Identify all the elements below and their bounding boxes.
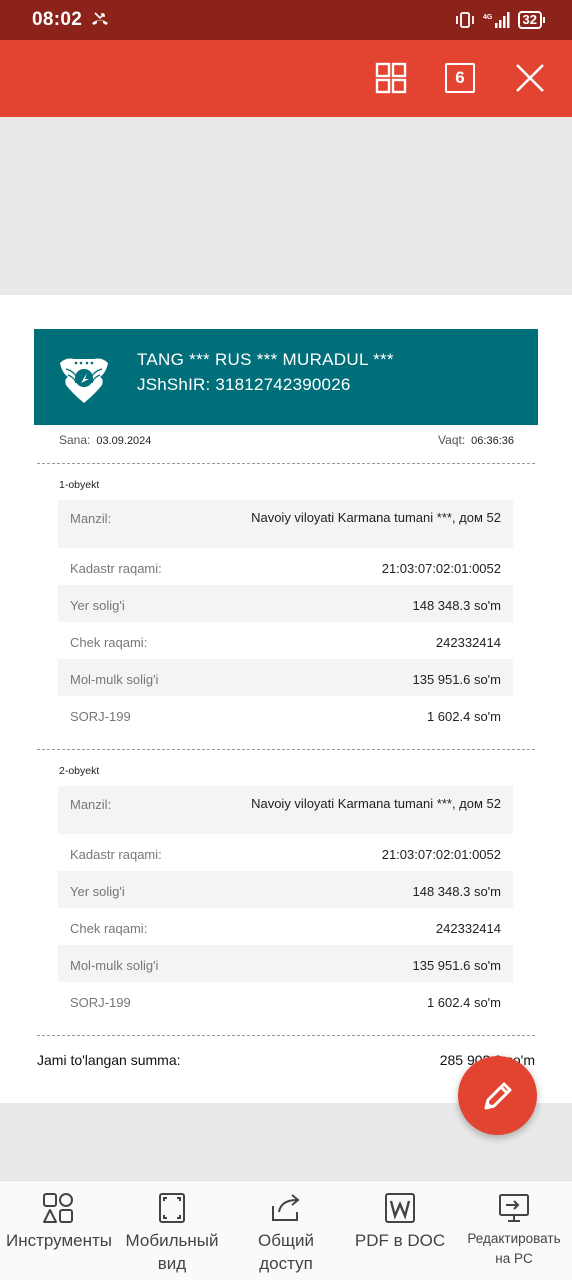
tools-icon bbox=[41, 1191, 75, 1225]
divider bbox=[37, 1035, 535, 1036]
divider bbox=[37, 463, 535, 464]
row-value: 135 951.6 so'm bbox=[412, 672, 502, 687]
row-label: SORJ-199 bbox=[70, 709, 131, 724]
row-value: 242332414 bbox=[435, 921, 501, 936]
edit-fab-button[interactable] bbox=[458, 1056, 537, 1135]
signal-type: 4G bbox=[483, 14, 493, 21]
object-table: Manzil: Navoiy viloyati Karmana tumani *… bbox=[58, 786, 513, 1019]
close-button[interactable] bbox=[512, 60, 548, 96]
pdf-to-doc-button[interactable]: PDF в DOC bbox=[344, 1181, 456, 1280]
row-value: 148 348.3 so'm bbox=[412, 598, 502, 613]
mobile-view-button[interactable]: Мобильный вид bbox=[116, 1181, 228, 1280]
time-value: 06:36:36 bbox=[471, 435, 514, 447]
vibrate-icon bbox=[455, 12, 474, 28]
row-value: 1 602.4 so'm bbox=[426, 709, 501, 724]
divider bbox=[37, 749, 535, 750]
object-table: Manzil: Navoiy viloyati Karmana tumani *… bbox=[58, 500, 513, 733]
grid-view-icon bbox=[375, 62, 407, 94]
table-row: Kadastr raqami: 21:03:07:02:01:0052 bbox=[58, 834, 513, 871]
row-label: Manzil: bbox=[70, 797, 112, 812]
tabs-count-icon: 6 bbox=[445, 63, 475, 93]
table-row: SORJ-199 1 602.4 so'm bbox=[58, 696, 513, 733]
signal-icon: 4G bbox=[483, 12, 510, 28]
tools-button[interactable]: Инструменты bbox=[0, 1181, 116, 1280]
total-label: Jami to'langan summa: bbox=[37, 1052, 181, 1068]
row-value: 135 951.6 so'm bbox=[412, 958, 502, 973]
table-row: Manzil: Navoiy viloyati Karmana tumani *… bbox=[58, 500, 513, 548]
row-value: 148 348.3 so'm bbox=[412, 884, 502, 899]
row-label: Mol-mulk solig'i bbox=[70, 672, 159, 687]
row-value: Navoiy viloyati Karmana tumani ***, дом … bbox=[251, 510, 501, 525]
row-label: Mol-mulk solig'i bbox=[70, 958, 159, 973]
date-value: 03.09.2024 bbox=[96, 435, 152, 447]
status-bar: 08:02 4G 32 bbox=[0, 0, 572, 40]
grid-view-button[interactable] bbox=[373, 60, 409, 96]
pencil-icon bbox=[484, 1082, 511, 1109]
bottom-toolbar: Инструменты Мобильный вид Общий доступ P… bbox=[0, 1180, 572, 1280]
receipt-header: TANG *** RUS *** MURADUL *** JShShIR: 31… bbox=[34, 329, 538, 425]
receipt-meta: Sana: 03.09.2024 Vaqt: 06:36:36 bbox=[59, 433, 514, 449]
row-value: 1 602.4 so'm bbox=[426, 995, 501, 1010]
row-value: 21:03:07:02:01:0052 bbox=[381, 847, 501, 862]
battery-icon: 32 bbox=[517, 11, 546, 29]
row-label: Yer solig'i bbox=[70, 598, 125, 613]
table-row: Yer solig'i 148 348.3 so'm bbox=[58, 585, 513, 622]
share-label: Общий доступ bbox=[258, 1231, 314, 1273]
row-label: Manzil: bbox=[70, 511, 112, 526]
row-label: Chek raqami: bbox=[70, 921, 148, 936]
object-title: 1-obyekt bbox=[59, 479, 100, 491]
time-field: Vaqt: 06:36:36 bbox=[438, 433, 514, 447]
emblem-logo bbox=[60, 358, 108, 403]
row-label: SORJ-199 bbox=[70, 995, 131, 1010]
table-row: Mol-mulk solig'i 135 951.6 so'm bbox=[58, 659, 513, 696]
word-doc-icon bbox=[383, 1191, 417, 1225]
tabs-button[interactable]: 6 bbox=[442, 60, 478, 96]
edit-on-pc-button[interactable]: Редактировать на PC bbox=[456, 1181, 572, 1280]
pdf-to-doc-label: PDF в DOC bbox=[354, 1231, 446, 1250]
table-row: Yer solig'i 148 348.3 so'm bbox=[58, 871, 513, 908]
document-page: TANG *** RUS *** MURADUL *** JShShIR: 31… bbox=[0, 295, 572, 1103]
tools-label: Инструменты bbox=[6, 1231, 113, 1250]
taxpayer-name: TANG *** RUS *** MURADUL *** bbox=[137, 350, 394, 369]
time-label: Vaqt: bbox=[438, 433, 466, 447]
date-field: Sana: 03.09.2024 bbox=[59, 433, 151, 447]
table-row: Chek raqami: 242332414 bbox=[58, 622, 513, 659]
close-icon bbox=[516, 64, 544, 92]
taxpayer-pin: JShShIR: 31812742390026 bbox=[137, 375, 351, 394]
row-label: Kadastr raqami: bbox=[70, 561, 162, 576]
row-value: Navoiy viloyati Karmana tumani ***, дом … bbox=[251, 796, 501, 811]
table-row: Manzil: Navoiy viloyati Karmana tumani *… bbox=[58, 786, 513, 834]
row-label: Kadastr raqami: bbox=[70, 847, 162, 862]
status-time: 08:02 bbox=[32, 9, 83, 30]
row-label: Yer solig'i bbox=[70, 884, 125, 899]
table-row: Mol-mulk solig'i 135 951.6 so'm bbox=[58, 945, 513, 982]
mobile-view-label: Мобильный вид bbox=[125, 1231, 219, 1273]
share-button[interactable]: Общий доступ bbox=[228, 1181, 344, 1280]
table-row: Kadastr raqami: 21:03:07:02:01:0052 bbox=[58, 548, 513, 585]
edit-on-pc-label: Редактировать на PC bbox=[467, 1231, 561, 1266]
row-value: 21:03:07:02:01:0052 bbox=[381, 561, 501, 576]
app-toolbar: 6 bbox=[0, 40, 572, 117]
date-label: Sana: bbox=[59, 433, 91, 447]
edit-on-pc-icon bbox=[497, 1191, 531, 1225]
share-icon bbox=[269, 1191, 303, 1225]
missed-call-icon bbox=[92, 12, 109, 25]
table-row: SORJ-199 1 602.4 so'm bbox=[58, 982, 513, 1019]
row-value: 242332414 bbox=[435, 635, 501, 650]
row-label: Chek raqami: bbox=[70, 635, 148, 650]
status-icons: 4G 32 bbox=[454, 11, 546, 29]
mobile-view-icon bbox=[155, 1191, 189, 1225]
object-title: 2-obyekt bbox=[59, 765, 100, 777]
table-row: Chek raqami: 242332414 bbox=[58, 908, 513, 945]
